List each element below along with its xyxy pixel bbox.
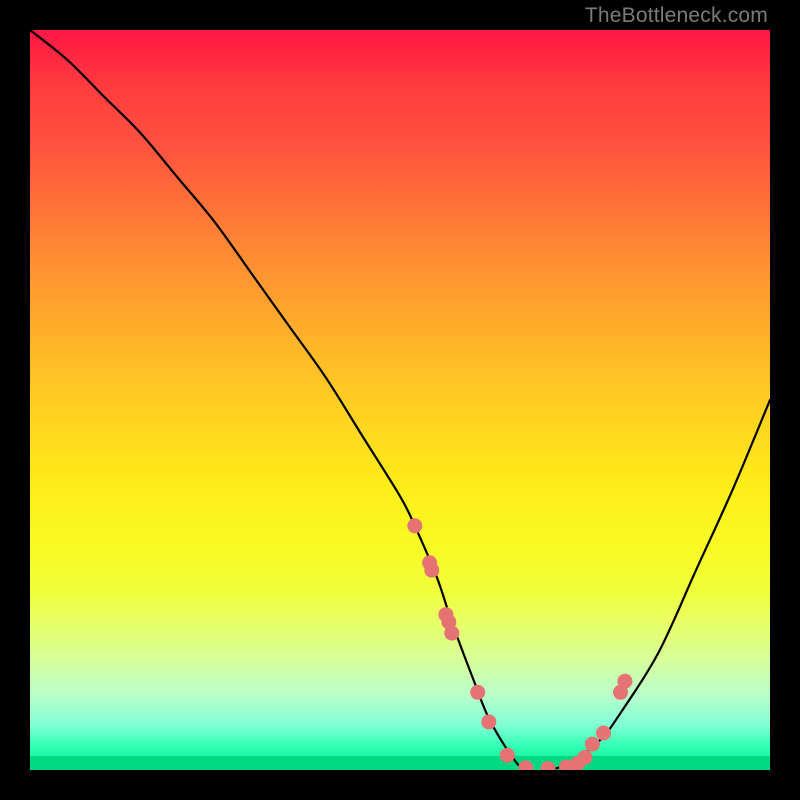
chart-frame: TheBottleneck.com [0,0,800,800]
highlight-dot [541,761,556,770]
watermark-label: TheBottleneck.com [585,4,768,28]
highlight-dot [407,518,422,533]
highlight-dot [596,726,611,741]
plot-area [30,30,770,770]
highlight-dot [585,737,600,752]
highlight-dot [617,674,632,689]
highlight-dot [470,685,485,700]
bottleneck-curve [30,30,770,770]
highlight-dot [578,750,593,765]
highlight-dot [444,626,459,641]
highlight-dot [424,563,439,578]
highlight-dot [481,714,496,729]
highlight-dots [407,518,632,770]
highlight-dot [518,760,533,770]
highlight-dot [500,748,515,763]
curve-layer [30,30,770,770]
